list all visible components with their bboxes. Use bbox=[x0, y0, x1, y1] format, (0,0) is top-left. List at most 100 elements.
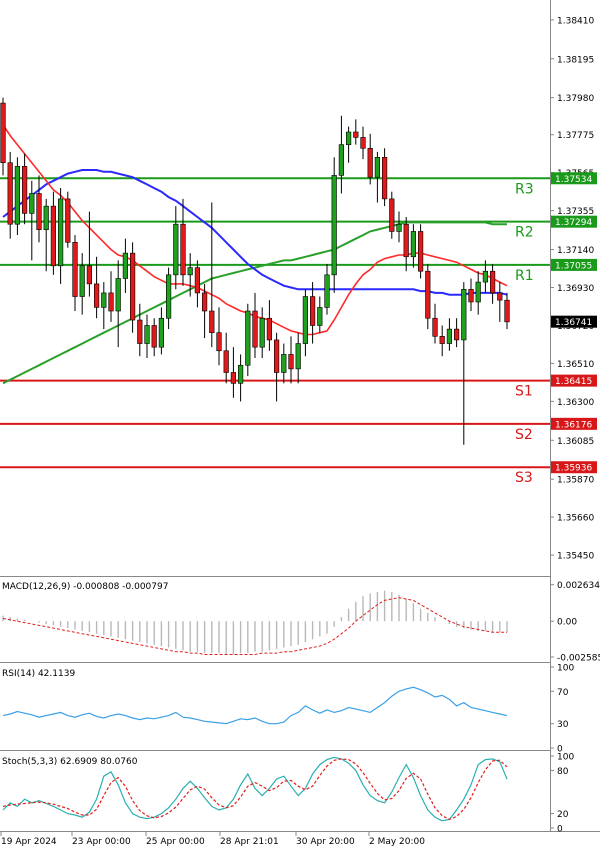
stoch-tick-label: 0 bbox=[557, 825, 563, 835]
candle-body-bear bbox=[36, 193, 42, 230]
candle-body-bull bbox=[374, 157, 381, 178]
candle-body-bear bbox=[216, 332, 222, 352]
price-tick-label: 1.35660 bbox=[557, 514, 594, 524]
candle-body-bear bbox=[108, 292, 114, 312]
candle-body-bear bbox=[497, 292, 503, 301]
candle bbox=[417, 224, 424, 279]
candle-body-bear bbox=[309, 296, 316, 326]
candle-body-bear bbox=[504, 299, 510, 323]
price-tick-label: 1.37140 bbox=[557, 246, 594, 256]
candle-body-bear bbox=[7, 162, 13, 225]
candle-body-bear bbox=[194, 267, 201, 294]
candle-body-bull bbox=[295, 343, 301, 370]
candle-body-bull bbox=[57, 198, 64, 267]
time-tick-label: 2 May 20:00 bbox=[369, 837, 425, 847]
candle-body-bear bbox=[137, 319, 143, 344]
candle-body-bull bbox=[461, 289, 467, 341]
candle-body-bull bbox=[166, 274, 172, 319]
candle-body-bull bbox=[158, 317, 165, 348]
level-price-text: 1.35936 bbox=[555, 464, 592, 474]
candle-body-bull bbox=[122, 252, 128, 279]
level-label-r3: R3 bbox=[515, 181, 534, 197]
candle-body-bull bbox=[345, 131, 352, 145]
candle bbox=[245, 303, 251, 377]
stoch-label: Stoch(5,3,3) 62.6909 80.0760 bbox=[2, 757, 138, 767]
candle-body-bull bbox=[259, 317, 265, 348]
candle-body-bull bbox=[281, 354, 287, 373]
candle-body-bull bbox=[101, 292, 107, 308]
candle-body-bear bbox=[151, 325, 157, 348]
candle-body-bull bbox=[238, 364, 244, 384]
level-label-s2: S2 bbox=[515, 427, 533, 443]
candle-body-bull bbox=[324, 274, 330, 308]
candle-body-bull bbox=[396, 223, 402, 232]
candle-body-bull bbox=[43, 205, 49, 230]
price-tick-label: 1.36930 bbox=[557, 284, 594, 294]
candle-body-bear bbox=[360, 137, 366, 149]
time-tick-label: 28 Apr 21:01 bbox=[220, 837, 279, 847]
candle-body-bear bbox=[417, 231, 424, 272]
candle-body-bear bbox=[230, 372, 237, 384]
candle-body-bull bbox=[29, 193, 35, 214]
level-price-text: 1.37294 bbox=[555, 218, 592, 228]
candle-body-bear bbox=[367, 147, 373, 178]
level-label-r1: R1 bbox=[515, 268, 534, 284]
stoch-tick-label: 100 bbox=[557, 753, 574, 763]
stoch-tick-label: 20 bbox=[557, 810, 569, 820]
macd-tick-label: -0.002585 bbox=[557, 654, 600, 664]
candle-body-bear bbox=[389, 198, 395, 232]
candle-body-bull bbox=[144, 325, 150, 344]
candle-body-bear bbox=[439, 336, 445, 344]
level-price-text: 1.36415 bbox=[555, 377, 592, 387]
time-tick-label: 19 Apr 2024 bbox=[1, 837, 57, 847]
candle-body-bear bbox=[72, 241, 78, 297]
candle-body-bull bbox=[14, 166, 20, 225]
candle-body-bear bbox=[432, 317, 438, 337]
candle-body-bear bbox=[266, 317, 273, 341]
candle-body-bull bbox=[475, 281, 481, 303]
candle-body-bull bbox=[317, 307, 323, 326]
candle-body-bear bbox=[65, 198, 71, 243]
price-tick-label: 1.38195 bbox=[557, 55, 594, 65]
candle-body-bear bbox=[273, 339, 280, 373]
candle-body-bear bbox=[425, 270, 431, 319]
candle-body-bear bbox=[86, 265, 92, 285]
candle bbox=[389, 191, 395, 239]
candle-body-bear bbox=[288, 354, 294, 370]
price-tick-label: 1.37775 bbox=[557, 131, 594, 141]
candle-body-bear bbox=[353, 131, 359, 138]
candle-body-bear bbox=[94, 283, 100, 308]
macd-tick-label: 0.00 bbox=[557, 618, 577, 628]
candle-body-bear bbox=[468, 289, 474, 303]
candle-body-bull bbox=[338, 144, 345, 176]
rsi-tick-label: 70 bbox=[557, 688, 569, 698]
time-tick-label: 23 Apr 00:00 bbox=[72, 837, 131, 847]
candle-body-bear bbox=[50, 205, 56, 267]
macd-label: MACD(12,26,9) -0.000808 -0.000797 bbox=[2, 582, 168, 592]
level-price-text: 1.37055 bbox=[555, 261, 592, 271]
candle-body-bear bbox=[223, 350, 229, 373]
level-price-text: 1.37534 bbox=[555, 175, 592, 185]
price-tick-label: 1.36510 bbox=[557, 360, 594, 370]
candle-body-bull bbox=[410, 231, 417, 258]
candle-body-bear bbox=[202, 292, 208, 312]
candle bbox=[331, 157, 337, 293]
price-axis: 1.384101.381951.379801.377751.375651.373… bbox=[550, 16, 594, 562]
candle-body-bull bbox=[482, 270, 489, 283]
time-tick-label: 30 Apr 20:00 bbox=[296, 837, 355, 847]
candle bbox=[130, 242, 136, 333]
candle-body-bear bbox=[209, 310, 215, 334]
level-label-s1: S1 bbox=[515, 384, 533, 400]
rsi-label: RSI(14) 42.1139 bbox=[2, 669, 75, 679]
macd-tick-label: 0.002634 bbox=[557, 581, 600, 591]
candle bbox=[65, 191, 71, 248]
candle-body-bear bbox=[453, 328, 460, 341]
current-price-marker: 1.36741 bbox=[551, 315, 597, 328]
candle-body-bear bbox=[21, 166, 28, 214]
candle-body-bear bbox=[130, 252, 136, 321]
candle-body-bull bbox=[446, 328, 453, 344]
current-price-text: 1.36741 bbox=[555, 318, 592, 328]
candle-body-bear bbox=[180, 223, 186, 276]
candle-body-bear bbox=[0, 102, 6, 164]
candle-body-bull bbox=[187, 267, 193, 276]
